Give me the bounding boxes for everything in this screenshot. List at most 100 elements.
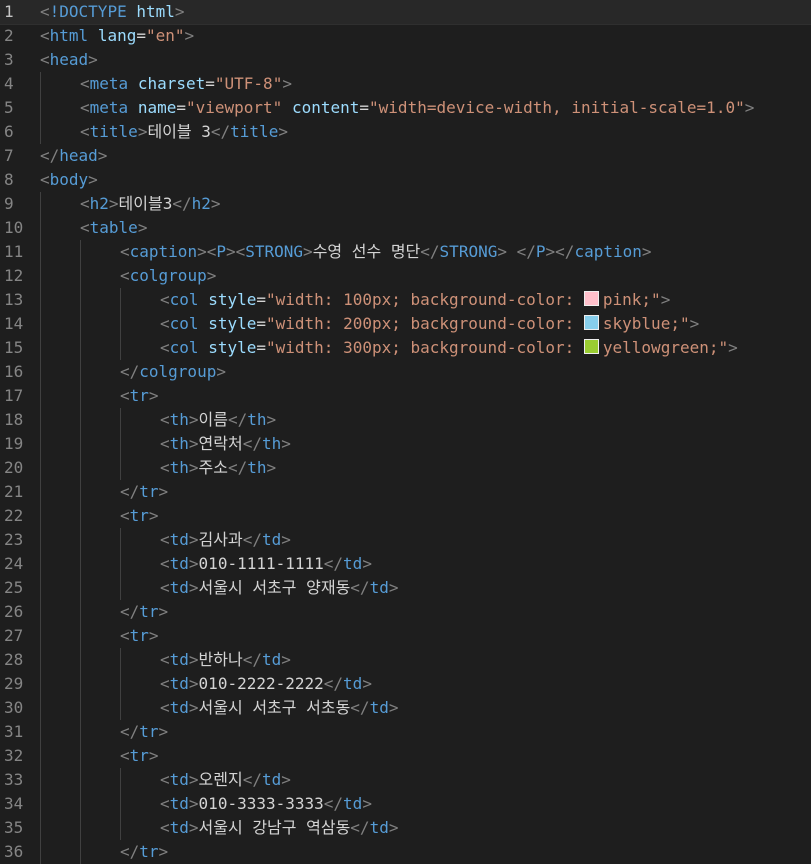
code-line[interactable]: 13 <col style="width: 100px; background-c… bbox=[0, 288, 811, 312]
indent-guide bbox=[120, 696, 121, 720]
token-str: pink;" bbox=[602, 290, 661, 309]
color-swatch[interactable] bbox=[583, 315, 599, 330]
token-txt: 테이블3 bbox=[118, 194, 173, 213]
line-number: 27 bbox=[4, 626, 24, 645]
token-ang: > bbox=[362, 674, 372, 693]
code-text: <td>010-1111-1111</td> bbox=[160, 552, 372, 576]
code-editor[interactable]: 1 <!DOCTYPE html> 2 <html lang="en"> 3 <head>… bbox=[0, 0, 811, 864]
token-txt: 010-1111-1111 bbox=[198, 554, 324, 573]
token-txt: 서울시 서초구 양재동 bbox=[198, 578, 351, 597]
code-line[interactable]: 14 <col style="width: 200px; background-c… bbox=[0, 312, 811, 336]
line-number: 19 bbox=[4, 434, 24, 453]
token-tag: td bbox=[369, 698, 389, 717]
code-line[interactable]: 36 </tr> bbox=[0, 840, 811, 864]
code-line[interactable]: 35 <td>서울시 강남구 역삼동</td> bbox=[0, 816, 811, 840]
token-ang: </ bbox=[323, 554, 344, 573]
code-line[interactable]: 4 <meta charset="UTF-8"> bbox=[0, 72, 811, 96]
code-line[interactable]: 2 <html lang="en"> bbox=[0, 24, 811, 48]
color-swatch[interactable] bbox=[583, 291, 599, 306]
token-ang: > bbox=[282, 74, 292, 93]
code-line[interactable]: 3 <head> bbox=[0, 48, 811, 72]
code-line[interactable]: 28 <td>반하나</td> bbox=[0, 648, 811, 672]
token-tag: tr bbox=[139, 842, 159, 861]
token-ang: > bbox=[188, 650, 199, 669]
token-ang: > bbox=[188, 770, 199, 789]
indent-guide bbox=[80, 312, 81, 336]
code-line[interactable]: 8 <body> bbox=[0, 168, 811, 192]
code-text: <col style="width: 100px; background-col… bbox=[160, 288, 670, 312]
code-line[interactable]: 27 <tr> bbox=[0, 624, 811, 648]
code-line[interactable]: 30 <td>서울시 서초구 서초동</td> bbox=[0, 696, 811, 720]
indent-guide bbox=[40, 720, 41, 744]
indent-guide bbox=[40, 72, 41, 96]
token-txt: = bbox=[176, 98, 186, 117]
token-ang: </ bbox=[210, 122, 231, 141]
code-line[interactable]: 25 <td>서울시 서초구 양재동</td> bbox=[0, 576, 811, 600]
indent-guide bbox=[80, 288, 81, 312]
code-line[interactable]: 18 <th>이름</th> bbox=[0, 408, 811, 432]
indent-guide bbox=[40, 384, 41, 408]
token-txt: 반하나 bbox=[198, 650, 243, 669]
code-line[interactable]: 26 </tr> bbox=[0, 600, 811, 624]
code-line[interactable]: 1 <!DOCTYPE html> bbox=[0, 0, 811, 25]
code-line[interactable]: 6 <title>테이블 3</title> bbox=[0, 120, 811, 144]
code-line[interactable]: 19 <th>연락처</th> bbox=[0, 432, 811, 456]
line-number: 35 bbox=[4, 818, 24, 837]
code-line[interactable]: 34 <td>010-3333-3333</td> bbox=[0, 792, 811, 816]
color-swatch[interactable] bbox=[583, 339, 599, 354]
line-number: 25 bbox=[4, 578, 24, 597]
indent-guide bbox=[80, 600, 81, 624]
code-line[interactable]: 20 <th>주소</th> bbox=[0, 456, 811, 480]
token-ang: < bbox=[80, 194, 90, 213]
code-line[interactable]: 7 </head> bbox=[0, 144, 811, 168]
code-line[interactable]: 17 <tr> bbox=[0, 384, 811, 408]
token-ang: > bbox=[206, 266, 217, 285]
indent-guide bbox=[120, 312, 121, 336]
line-number: 31 bbox=[4, 722, 24, 741]
line-number: 6 bbox=[4, 122, 14, 141]
token-ang: </ bbox=[516, 242, 536, 261]
code-line[interactable]: 11 <caption><P><STRONG>수영 선수 명단</STRONG> … bbox=[0, 240, 811, 264]
token-ang: </ bbox=[420, 242, 440, 261]
code-line[interactable]: 24 <td>010-1111-1111</td> bbox=[0, 552, 811, 576]
code-line[interactable]: 32 <tr> bbox=[0, 744, 811, 768]
code-line[interactable]: 23 <td>김사과</td> bbox=[0, 528, 811, 552]
token-tag: body bbox=[49, 170, 89, 189]
token-tag: h2 bbox=[191, 194, 211, 213]
token-ang: </ bbox=[120, 482, 140, 501]
code-line[interactable]: 12 <colgroup> bbox=[0, 264, 811, 288]
indent-guide bbox=[80, 480, 81, 504]
token-tag: td bbox=[169, 698, 189, 717]
token-ang: > bbox=[362, 794, 372, 813]
token-tag: title bbox=[230, 122, 279, 141]
code-line[interactable]: 33 <td>오렌지</td> bbox=[0, 768, 811, 792]
line-number: 33 bbox=[4, 770, 24, 789]
indent-guide bbox=[40, 768, 41, 792]
indent-guide bbox=[80, 456, 81, 480]
code-line[interactable]: 21 </tr> bbox=[0, 480, 811, 504]
code-line[interactable]: 31 </tr> bbox=[0, 720, 811, 744]
token-ang: </ bbox=[242, 434, 262, 453]
token-ang: > bbox=[388, 818, 399, 837]
code-text: <tr> bbox=[120, 504, 159, 528]
token-ang: > bbox=[148, 506, 159, 525]
token-attr: content bbox=[291, 98, 360, 117]
code-line[interactable]: 10 <table> bbox=[0, 216, 811, 240]
token-ang: < bbox=[120, 746, 130, 765]
token-ang: > bbox=[281, 770, 291, 789]
code-line[interactable]: 5 <meta name="viewport" content="width=de… bbox=[0, 96, 811, 120]
code-line[interactable]: 29 <td>010-2222-2222</td> bbox=[0, 672, 811, 696]
token-ang: </ bbox=[323, 794, 344, 813]
code-line[interactable]: 22 <tr> bbox=[0, 504, 811, 528]
token-ang: < bbox=[160, 458, 170, 477]
code-line[interactable]: 16 </colgroup> bbox=[0, 360, 811, 384]
code-line[interactable]: 15 <col style="width: 300px; background-c… bbox=[0, 336, 811, 360]
token-tag: th bbox=[169, 458, 189, 477]
token-txt: = bbox=[256, 338, 266, 357]
indent-guide bbox=[40, 216, 41, 240]
token-str: "en" bbox=[145, 26, 185, 45]
code-line[interactable]: 9 <h2>테이블3</h2> bbox=[0, 192, 811, 216]
indent-guide bbox=[80, 744, 81, 768]
